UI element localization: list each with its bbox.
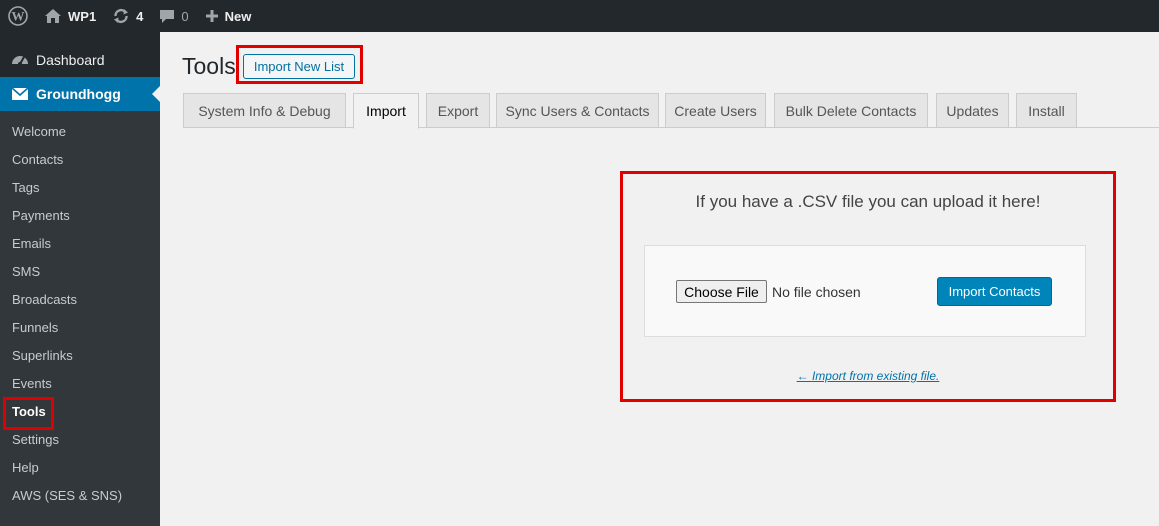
updates-count: 4 [136, 8, 144, 24]
sidebar-item-events[interactable]: Events [0, 369, 160, 397]
groundhogg-submenu: Welcome Contacts Tags Payments Emails SM… [0, 111, 160, 526]
svg-text:W: W [12, 9, 25, 24]
tab-export[interactable]: Export [426, 93, 490, 128]
import-contacts-button[interactable]: Import Contacts [937, 277, 1052, 306]
sidebar-item-payments[interactable]: Payments [0, 201, 160, 229]
tab-bulk-delete[interactable]: Bulk Delete Contacts [774, 93, 928, 128]
wordpress-logo-button[interactable]: W [0, 0, 36, 32]
plus-icon [205, 10, 218, 22]
upload-prompt: If you have a .CSV file you can upload i… [695, 192, 1041, 211]
sidebar-item-aws[interactable]: AWS (SES & SNS) [0, 481, 160, 509]
site-name: WP1 [68, 8, 97, 24]
tab-sync-users[interactable]: Sync Users & Contacts [496, 93, 659, 128]
upload-form: Choose File No file chosen Import Contac… [644, 245, 1086, 337]
tab-install[interactable]: Install [1016, 93, 1077, 128]
site-name-link[interactable]: WP1 [36, 0, 104, 32]
comments-link[interactable]: 0 [151, 0, 196, 32]
sidebar-item-broadcasts[interactable]: Broadcasts [0, 285, 160, 313]
home-icon [45, 9, 61, 23]
sidebar-item-contacts[interactable]: Contacts [0, 145, 160, 173]
menu-groundhogg[interactable]: Groundhogg [0, 77, 160, 111]
tab-create-users[interactable]: Create Users [665, 93, 766, 128]
comment-icon [160, 10, 175, 23]
tools-tabs: System Info & Debug Import Export Sync U… [183, 93, 1159, 129]
comments-count: 0 [181, 8, 189, 24]
menu-groundhogg-label: Groundhogg [36, 86, 121, 102]
sidebar-item-superlinks[interactable]: Superlinks [0, 341, 160, 369]
updates-link[interactable]: 4 [104, 0, 151, 32]
import-new-list-button[interactable]: Import New List [243, 54, 355, 79]
sidebar-item-sms[interactable]: SMS [0, 257, 160, 285]
wordpress-icon: W [8, 6, 28, 26]
sidebar-item-help[interactable]: Help [0, 453, 160, 481]
sidebar-item-emails[interactable]: Emails [0, 229, 160, 257]
tools-highlight-box [3, 397, 54, 430]
menu-dashboard[interactable]: Dashboard [0, 43, 160, 77]
sidebar-item-funnels[interactable]: Funnels [0, 313, 160, 341]
page-title: Tools [182, 53, 236, 79]
sidebar-item-welcome[interactable]: Welcome [0, 117, 160, 145]
envelope-icon [10, 84, 30, 104]
new-content-link[interactable]: New [197, 0, 260, 32]
tab-updates[interactable]: Updates [936, 93, 1009, 128]
new-label: New [224, 8, 252, 24]
dashboard-icon [10, 50, 30, 70]
file-status: No file chosen [772, 284, 861, 300]
import-existing-file-link[interactable]: ← Import from existing file. [620, 369, 1116, 383]
updates-icon [114, 8, 129, 24]
choose-file-button[interactable]: Choose File [676, 280, 767, 303]
tab-system-info[interactable]: System Info & Debug [183, 93, 346, 128]
main-content: Tools Import New List System Info & Debu… [160, 32, 1159, 526]
tab-import[interactable]: Import [353, 93, 419, 129]
sidebar-item-tags[interactable]: Tags [0, 173, 160, 201]
admin-bar: W WP1 4 0 New [0, 0, 1159, 32]
menu-dashboard-label: Dashboard [36, 52, 105, 68]
admin-sidebar: Dashboard Groundhogg Welcome Contacts Ta… [0, 32, 160, 526]
